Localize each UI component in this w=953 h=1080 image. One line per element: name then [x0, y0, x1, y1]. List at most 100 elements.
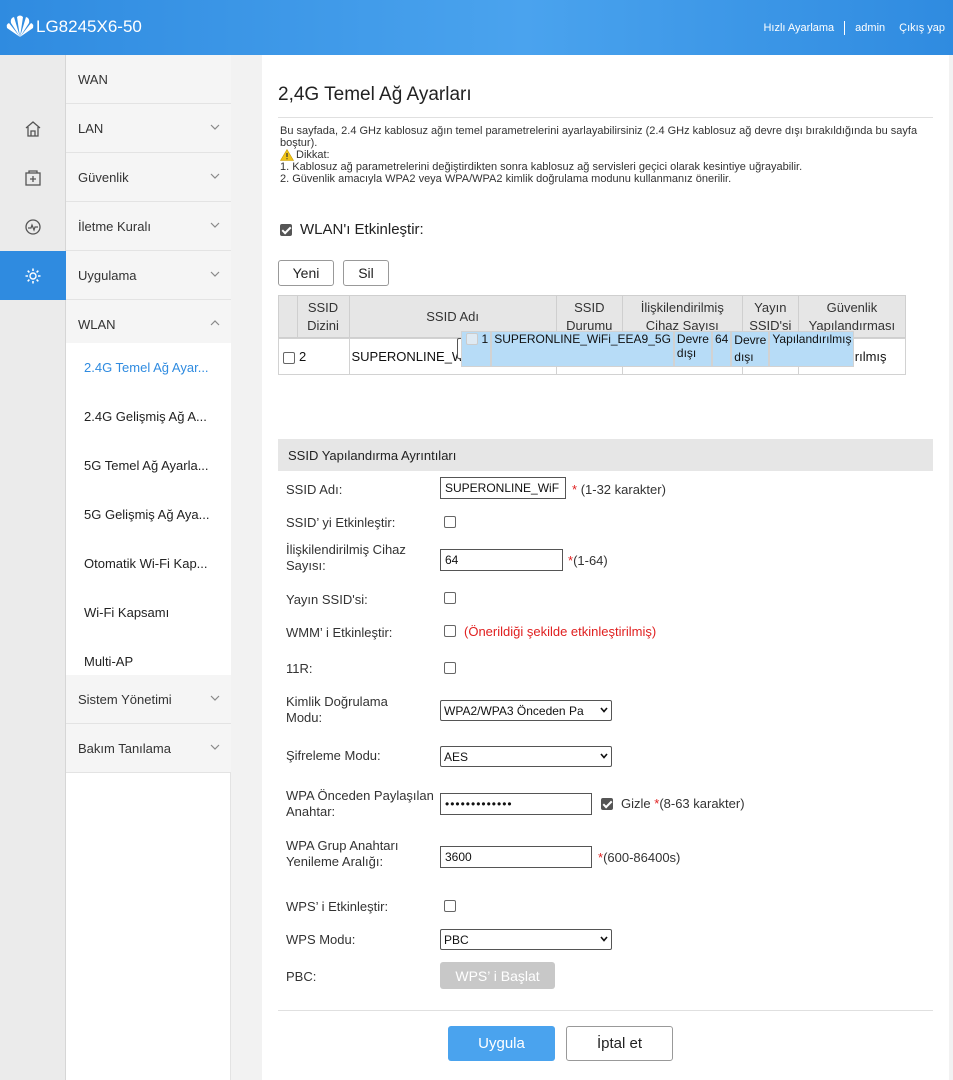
row-checkbox[interactable]	[465, 333, 478, 346]
hint-text: (1-32 karakter)	[580, 482, 666, 497]
nav-item-application[interactable]: Uygulama	[66, 251, 231, 300]
user-link[interactable]: admin	[855, 22, 885, 34]
hide-label: Gizle	[621, 796, 651, 811]
new-button[interactable]: Yeni	[278, 260, 334, 286]
broadcast-cell: Devre dışı	[731, 330, 770, 367]
nav-item-wlan[interactable]: WLAN	[66, 300, 231, 349]
11r-label: 11R:	[286, 661, 313, 676]
device-name: LG8245X6-50	[36, 17, 142, 36]
column-header: SSID Dizini	[296, 295, 350, 338]
side-nav: WAN LAN Güvenlik İletme Kuralı Uygulama …	[66, 55, 231, 1080]
nav-label: WAN	[78, 71, 108, 87]
page-title: 2,4G Temel Ağ Ayarları	[278, 84, 472, 105]
subnav-24g-advanced[interactable]: 2.4G Gelişmiş Ağ A...	[66, 392, 231, 441]
subnav-5g-basic[interactable]: 5G Temel Ağ Ayarla...	[66, 441, 231, 490]
nav-item-maintenance[interactable]: Bakım Tanılama	[66, 724, 231, 773]
wps-enable-checkbox[interactable]	[444, 900, 456, 912]
rekey-interval-label: WPA Grup Anahtarı Yenileme Aralığı:	[286, 838, 399, 869]
nav-label: LAN	[78, 120, 104, 136]
nav-label: Güvenlik	[78, 169, 129, 185]
nav-label: WLAN	[78, 316, 116, 332]
wmm-enable-checkbox[interactable]	[444, 625, 456, 637]
subnav-label: Multi-AP	[84, 654, 134, 669]
pbc-label: PBC:	[286, 969, 317, 984]
apps-nav-button[interactable]	[0, 251, 74, 300]
wps-start-button[interactable]: WPS’ i Başlat	[440, 962, 555, 989]
add-nav-button[interactable]	[0, 153, 66, 202]
warning-header: Dikkat:	[280, 149, 930, 161]
ssid-name-input[interactable]: SUPERONLINE_WiF	[440, 477, 566, 499]
subnav-label: Wi-Fi Kapsamı	[84, 605, 170, 620]
device-count-input[interactable]: 64	[440, 549, 563, 571]
gear-icon	[25, 268, 41, 283]
ssid-enable-checkbox[interactable]	[444, 516, 456, 528]
wps-mode-select[interactable]: PBC	[440, 929, 612, 950]
wps-enable-label: WPS’ i Etkinleştir:	[286, 899, 389, 914]
chevron-down-icon	[210, 222, 220, 228]
security-cell: Yapılandırılmış	[769, 330, 855, 367]
ssid-table: SSID Dizini SSID Adı SSID Durumu İlişkil…	[278, 295, 907, 375]
delete-button[interactable]: Sil	[343, 260, 389, 286]
ssid-name-hint: * (1-32 karakter)	[572, 482, 666, 497]
chevron-down-icon	[210, 744, 220, 750]
nav-item-wan[interactable]: WAN	[66, 55, 231, 104]
encryption-mode-select[interactable]: AES	[440, 746, 612, 767]
wlan-enable-row: WLAN'ı Etkinleştir:	[280, 221, 424, 238]
warning-title: Dikkat:	[296, 149, 330, 161]
row-checkbox[interactable]	[283, 351, 295, 364]
subnav-label: 2.4G Temel Ağ Ayar...	[84, 360, 209, 375]
status-icon	[25, 218, 41, 235]
subnav-5g-advanced[interactable]: 5G Gelişmiş Ağ Aya...	[66, 490, 231, 539]
auth-mode-select[interactable]: WPA2/WPA3 Önceden Pa	[440, 700, 612, 721]
content-area: 2,4G Temel Ağ Ayarları Bu sayfada, 2.4 G…	[231, 55, 953, 1080]
nav-item-system[interactable]: Sistem Yönetimi	[66, 675, 231, 724]
table-row[interactable]: 1 SUPERONLINE_WiFi_EEA9_5G Devre dışı 64…	[456, 330, 855, 367]
divider	[278, 1010, 933, 1011]
nav-item-forwarding[interactable]: İletme Kuralı	[66, 202, 231, 251]
device-count-hint: *(1-64)	[568, 553, 608, 568]
wps-mode-label: WPS Modu:	[286, 932, 356, 947]
cancel-button[interactable]: İptal et	[566, 1026, 673, 1061]
ssid-index-cell: 2	[297, 338, 350, 375]
hide-password-checkbox[interactable]	[601, 798, 613, 810]
subnav-auto-wifi[interactable]: Otomatik Wi-Fi Kap...	[66, 539, 231, 588]
subnav-label: 5G Temel Ağ Ayarla...	[84, 458, 209, 473]
device-count-label: İlişkilendirilmiş Cihaz Sayısı:	[286, 542, 406, 573]
status-nav-button[interactable]	[0, 202, 66, 251]
subnav-label: 5G Gelişmiş Ağ Aya...	[84, 507, 210, 522]
nav-item-lan[interactable]: LAN	[66, 104, 231, 153]
subnav-24g-basic[interactable]: 2.4G Temel Ağ Ayar...	[66, 343, 231, 392]
wlan-enable-checkbox[interactable]	[280, 223, 292, 236]
wmm-hint: (Önerildiği şekilde etkinleştirilmiş)	[464, 624, 657, 639]
11r-checkbox[interactable]	[444, 662, 456, 674]
icon-bar	[0, 55, 74, 1080]
home-icon	[25, 120, 41, 137]
subnav-wifi-coverage[interactable]: Wi-Fi Kapsamı	[66, 588, 231, 637]
chevron-down-icon	[600, 936, 608, 942]
broadcast-ssid-checkbox[interactable]	[444, 592, 456, 604]
nav-label: Sistem Yönetimi	[78, 691, 172, 707]
chevron-down-icon	[600, 753, 608, 759]
rekey-interval-hint: *(600-86400s)	[598, 850, 680, 865]
home-nav-button[interactable]	[0, 104, 66, 153]
chevron-down-icon	[210, 124, 220, 130]
auth-mode-value: WPA2/WPA3 Önceden Pa	[444, 703, 584, 718]
rekey-interval-input[interactable]: 3600	[440, 846, 592, 868]
quick-setup-link[interactable]: Hızlı Ayarlama	[763, 22, 834, 34]
ssid-name-cell: SUPERONLINE_WiFi_EEA9_5G	[491, 330, 674, 367]
subnav-label: 2.4G Gelişmiş Ağ A...	[84, 409, 207, 424]
top-links: Hızlı Ayarlama admin Çıkış yap	[763, 21, 945, 35]
divider	[278, 117, 933, 118]
huawei-logo-icon	[6, 15, 34, 37]
encryption-mode-value: AES	[444, 749, 469, 764]
select-column-header	[278, 295, 298, 338]
nav-label: İletme Kuralı	[78, 218, 151, 234]
subnav-label: Otomatik Wi-Fi Kap...	[84, 556, 208, 571]
apply-button[interactable]: Uygula	[448, 1026, 555, 1061]
chevron-down-icon	[210, 271, 220, 277]
logout-link[interactable]: Çıkış yap	[899, 22, 945, 34]
nav-item-security[interactable]: Güvenlik	[66, 153, 231, 202]
row-select-cell	[460, 330, 480, 367]
psk-input[interactable]: •••••••••••••	[440, 793, 592, 815]
page-description: Bu sayfada, 2.4 GHz kablosuz ağın temel …	[280, 125, 930, 185]
